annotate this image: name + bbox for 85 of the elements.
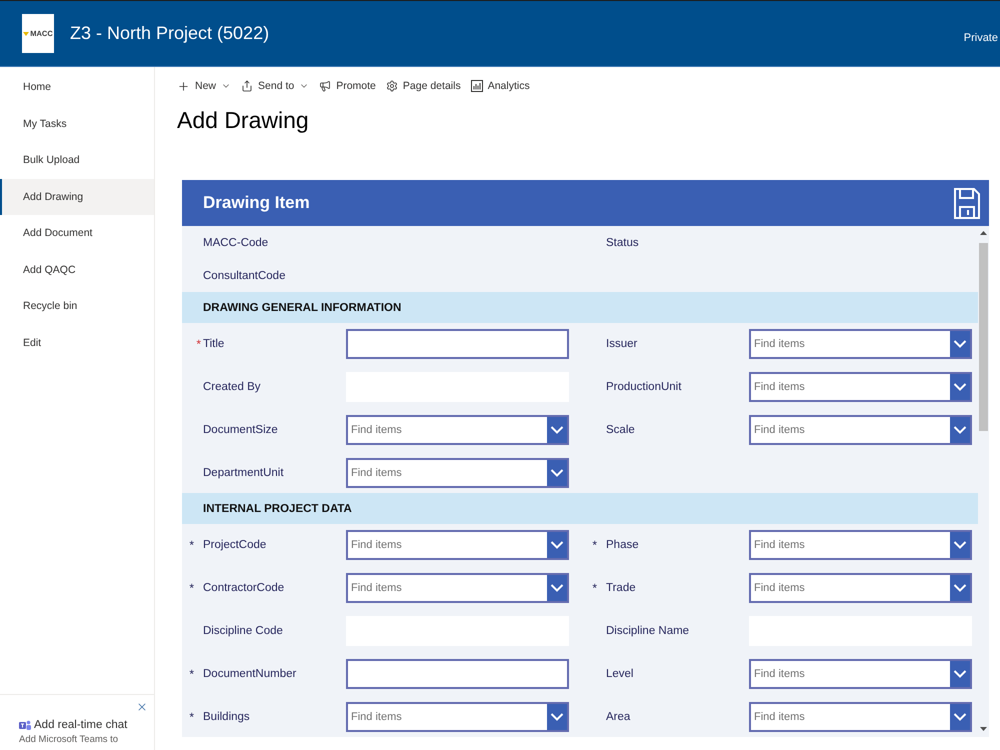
required-asterisk: * (592, 539, 597, 551)
field-label: ContractorCode (203, 582, 284, 594)
privacy-label: Private (964, 32, 998, 44)
info-label: ConsultantCode (203, 270, 286, 282)
page-title: Add Drawing (177, 106, 310, 135)
field-label: Title (203, 338, 224, 350)
chevron-down-icon[interactable] (547, 415, 569, 445)
field-label: DocumentNumber (203, 668, 296, 680)
text-field[interactable] (346, 659, 569, 689)
field-label: Discipline Code (203, 625, 283, 637)
lookup-field[interactable]: Find items (749, 530, 950, 560)
field-label: ProductionUnit (606, 381, 682, 393)
chevron-down-icon[interactable] (950, 659, 972, 689)
nav-item[interactable]: My Tasks (0, 106, 154, 142)
megaphone-icon (319, 80, 332, 92)
nav-item[interactable]: Add Document (0, 215, 154, 252)
scroll-up-icon[interactable] (980, 231, 987, 235)
field-label: Issuer (606, 338, 638, 350)
command-button[interactable]: Page details (386, 72, 461, 100)
field-label: DocumentSize (203, 424, 278, 436)
command-button[interactable]: Promote (319, 72, 376, 100)
lookup-field[interactable]: Find items (346, 530, 547, 560)
field-label: Buildings (203, 711, 250, 723)
required-asterisk: * (189, 711, 194, 723)
info-label: Status (606, 236, 639, 248)
scroll-down-icon[interactable] (980, 727, 987, 731)
chevron-down-icon[interactable] (547, 530, 569, 560)
lookup-field[interactable]: Find items (749, 372, 950, 402)
lookup-field[interactable]: Find items (749, 329, 950, 359)
required-asterisk: * (189, 668, 194, 680)
required-asterisk: * (196, 338, 201, 350)
command-button[interactable]: New (177, 72, 232, 100)
promo-title: Add real-time chat (34, 719, 128, 731)
chevron-down-icon[interactable] (950, 702, 972, 732)
field-label: Phase (606, 539, 639, 551)
lookup-field[interactable]: Find items (346, 573, 547, 603)
plus-icon (177, 80, 190, 92)
settings-icon (386, 80, 398, 92)
command-button[interactable]: Send to (241, 72, 310, 100)
chevron-down-icon[interactable] (547, 458, 569, 488)
lookup-field[interactable]: Find items (749, 415, 950, 445)
lookup-field[interactable]: Find items (749, 702, 950, 732)
chevron-down-icon[interactable] (950, 372, 972, 402)
field-label: Created By (203, 381, 261, 393)
field-label: Trade (606, 582, 636, 594)
nav-item[interactable]: Bulk Upload (0, 142, 154, 178)
chevron-down-icon[interactable] (950, 329, 972, 359)
save-icon[interactable] (954, 188, 980, 218)
form-title: Drawing Item (203, 193, 310, 213)
nav-item[interactable]: Add QAQC (0, 252, 154, 288)
site-title[interactable]: Z3 - North Project (5022) (70, 23, 270, 44)
lookup-field[interactable]: Find items (346, 702, 547, 732)
section-header: INTERNAL PROJECT DATA (182, 493, 978, 524)
field-label: Level (606, 668, 634, 680)
text-field[interactable] (346, 329, 569, 359)
required-asterisk: * (189, 582, 194, 594)
lookup-field[interactable]: Find items (749, 573, 950, 603)
chevron-down-icon[interactable] (950, 573, 972, 603)
field-label: Scale (606, 424, 635, 436)
chevron-down-icon[interactable] (547, 573, 569, 603)
people-icon (19, 720, 31, 730)
required-asterisk: * (592, 582, 597, 594)
nav-item[interactable]: Add Drawing (0, 178, 154, 215)
chevron-down-icon[interactable] (950, 530, 972, 560)
nav-item[interactable]: Edit (0, 324, 154, 361)
chevron-down-icon[interactable] (547, 702, 569, 732)
nav-item[interactable]: Recycle bin (0, 288, 154, 324)
lookup-field[interactable]: Find items (346, 458, 547, 488)
info-label: MACC-Code (203, 236, 268, 248)
field-label: DepartmentUnit (203, 467, 284, 479)
scrollbar-thumb[interactable] (979, 243, 988, 431)
share-icon (241, 80, 254, 92)
lookup-field[interactable]: Find items (749, 659, 950, 689)
field-label: Area (606, 711, 630, 723)
required-asterisk: * (189, 539, 194, 551)
field-label: Discipline Name (606, 625, 690, 637)
command-button[interactable]: Analytics (470, 72, 530, 100)
nav-item[interactable]: Home (0, 69, 154, 106)
promo-text: Add Microsoft Teams to (19, 734, 120, 745)
field-label: ProjectCode (203, 539, 266, 551)
section-header: DRAWING GENERAL INFORMATION (182, 292, 978, 323)
chevron-down-icon[interactable] (950, 415, 972, 445)
lookup-field[interactable]: Find items (346, 415, 547, 445)
close-icon[interactable] (136, 701, 148, 713)
chart-icon (470, 80, 483, 92)
